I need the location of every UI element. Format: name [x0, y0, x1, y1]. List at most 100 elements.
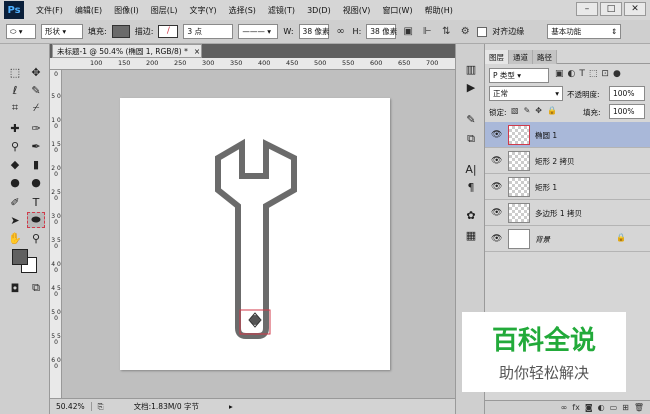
eyedropper-tool-icon[interactable]: ⌿ — [27, 100, 45, 116]
lasso-tool-icon[interactable]: ℓ — [6, 82, 24, 98]
zoom-level[interactable]: 50.42% — [50, 402, 92, 411]
zoom-tool-icon[interactable]: ⚲ — [27, 230, 45, 246]
move-tool-icon[interactable]: ✥ — [27, 64, 45, 80]
menu-3d[interactable]: 3D(D) — [307, 6, 331, 15]
screen-mode-icon[interactable]: ⧉ — [27, 280, 45, 296]
menu-edit[interactable]: 编辑(E) — [75, 5, 102, 16]
opacity-field[interactable]: 100% — [609, 86, 645, 101]
restore-button[interactable]: □ — [600, 2, 622, 16]
healing-brush-tool-icon[interactable]: ✚ — [6, 120, 24, 136]
clone-source-panel-icon[interactable]: ⧉ — [463, 132, 479, 146]
lock-position-icon[interactable]: ✥ — [535, 106, 542, 115]
menu-filter[interactable]: 滤镜(T) — [268, 5, 295, 16]
character-panel-icon[interactable]: A| — [463, 162, 479, 176]
layer-row[interactable]: 👁 多边形 1 拷贝 — [485, 200, 650, 226]
menu-window[interactable]: 窗口(W) — [382, 5, 412, 16]
blend-mode-select[interactable]: 正常 ▾ — [489, 86, 563, 101]
path-alignment-icon[interactable]: ⊩ — [420, 25, 434, 39]
crop-tool-icon[interactable]: ⌗ — [6, 100, 24, 116]
stroke-width-field[interactable]: 3 点 — [183, 24, 234, 39]
trash-icon[interactable]: 🗑 — [634, 403, 644, 412]
mask-icon[interactable]: ◙ — [585, 403, 593, 412]
actions-panel-icon[interactable]: ▶ — [463, 80, 479, 94]
3d-panel-icon[interactable]: ✿ — [463, 208, 479, 222]
fx-icon[interactable]: fx — [572, 403, 580, 412]
wrench-shape[interactable] — [215, 138, 297, 339]
lock-transparency-icon[interactable]: ▧ — [511, 106, 519, 115]
align-edges-checkbox[interactable] — [477, 26, 488, 37]
filter-pixel-icon[interactable]: ▣ — [555, 69, 564, 79]
width-field[interactable]: 38 像素 — [298, 24, 329, 39]
new-layer-icon[interactable]: ⊞ — [622, 403, 629, 412]
status-arrow-icon[interactable]: ▸ — [229, 402, 233, 411]
eye-icon[interactable]: 👁 — [491, 208, 502, 218]
quick-mask-icon[interactable]: ◘ — [6, 280, 24, 296]
filter-toggle-icon[interactable]: ● — [613, 69, 621, 79]
document-tab[interactable]: 未标题-1 @ 50.4% (椭圆 1, RGB/8) * × — [52, 44, 202, 58]
tab-channels[interactable]: 通道 — [509, 50, 533, 64]
menu-layer[interactable]: 图层(L) — [151, 5, 178, 16]
blur-tool-icon[interactable]: ● — [6, 174, 24, 190]
stroke-swatch[interactable]: / — [158, 25, 179, 38]
lock-all-icon[interactable]: 🔒 — [547, 106, 557, 115]
fill-field[interactable]: 100% — [609, 104, 645, 119]
lock-pixels-icon[interactable]: ✎ — [524, 106, 531, 115]
path-operations-icon[interactable]: ▣ — [401, 25, 415, 39]
close-button[interactable]: ✕ — [624, 2, 646, 16]
document-canvas[interactable] — [120, 98, 390, 370]
stroke-type-select[interactable]: ——— ▾ — [238, 24, 279, 39]
type-tool-icon[interactable]: T — [27, 194, 45, 210]
filter-type-icon[interactable]: T — [579, 69, 585, 79]
gear-icon[interactable]: ⚙ — [458, 25, 472, 39]
menu-type[interactable]: 文字(Y) — [189, 5, 216, 16]
adjustment-icon[interactable]: ◐ — [598, 403, 605, 412]
eye-icon[interactable]: 👁 — [491, 182, 502, 192]
height-field[interactable]: 38 像素 — [366, 24, 397, 39]
quick-select-tool-icon[interactable]: ✎ — [27, 82, 45, 98]
tool-preset-picker[interactable]: ⬭ ▾ — [6, 24, 36, 39]
history-brush-tool-icon[interactable]: ✒ — [27, 138, 45, 154]
history-panel-icon[interactable]: ▥ — [463, 62, 479, 76]
brush-panel-icon[interactable]: ✎ — [463, 112, 479, 126]
tab-layers[interactable]: 图层 — [485, 50, 509, 64]
pen-tool-icon[interactable]: ✐ — [6, 194, 24, 210]
menu-file[interactable]: 文件(F) — [36, 5, 63, 16]
marquee-tool-icon[interactable]: ⬚ — [6, 64, 24, 80]
foreground-color-swatch[interactable] — [12, 249, 28, 265]
filter-adjustment-icon[interactable]: ◐ — [568, 69, 576, 79]
filter-shape-icon[interactable]: ⬚ — [589, 69, 598, 79]
brush-tool-icon[interactable]: ✑ — [27, 120, 45, 136]
layer-filter-select[interactable]: P 类型 ▾ — [489, 68, 549, 83]
paragraph-panel-icon[interactable]: ¶ — [463, 180, 479, 194]
grid-panel-icon[interactable]: ▦ — [463, 228, 479, 242]
menu-select[interactable]: 选择(S) — [229, 5, 256, 16]
layer-row[interactable]: 👁 背景 🔒 — [485, 226, 650, 252]
eye-icon[interactable]: 👁 — [491, 156, 502, 166]
menu-image[interactable]: 图像(I) — [114, 5, 139, 16]
path-selection-tool-icon[interactable]: ➤ — [6, 212, 24, 228]
layer-row[interactable]: 👁 矩形 2 拷贝 — [485, 148, 650, 174]
link-icon[interactable]: ∞ — [561, 403, 568, 412]
eye-icon[interactable]: 👁 — [491, 130, 502, 140]
path-arrangement-icon[interactable]: ⇅ — [439, 25, 453, 39]
layer-row[interactable]: 👁 椭圆 1 — [485, 122, 650, 148]
link-dimensions-icon[interactable]: ∞ — [334, 25, 348, 39]
fill-swatch[interactable] — [111, 25, 130, 38]
menu-help[interactable]: 帮助(H) — [425, 5, 453, 16]
gradient-tool-icon[interactable]: ▮ — [27, 156, 45, 172]
dodge-tool-icon[interactable]: ● — [27, 174, 45, 190]
mode-select[interactable]: 形状 ▾ — [41, 24, 83, 39]
eraser-tool-icon[interactable]: ◆ — [6, 156, 24, 172]
eye-icon[interactable]: 👁 — [491, 234, 502, 244]
layer-row[interactable]: 👁 矩形 1 — [485, 174, 650, 200]
hand-tool-icon[interactable]: ✋ — [6, 230, 24, 246]
workspace-select[interactable]: 基本功能 ⇕ — [547, 24, 622, 39]
clone-stamp-tool-icon[interactable]: ⚲ — [6, 138, 24, 154]
tab-paths[interactable]: 路径 — [533, 50, 557, 64]
menu-view[interactable]: 视图(V) — [343, 5, 371, 16]
ellipse-tool-icon[interactable]: ⬬ — [27, 212, 45, 228]
filter-smart-icon[interactable]: ⊡ — [601, 69, 609, 79]
minimize-button[interactable]: – — [576, 2, 598, 16]
folder-icon[interactable]: ▭ — [610, 403, 618, 412]
export-icon[interactable]: ⎘ — [92, 402, 110, 412]
